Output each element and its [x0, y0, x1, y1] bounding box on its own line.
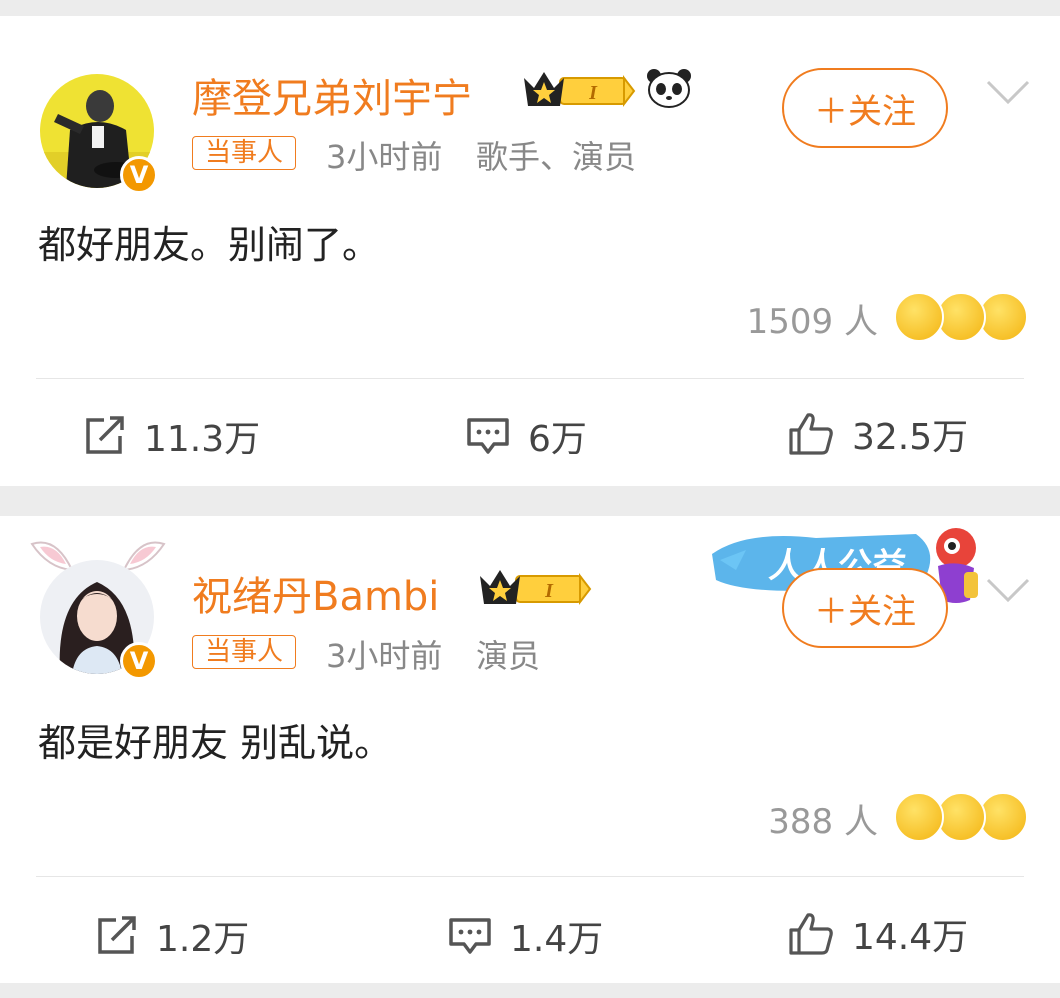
- crown-icon: I: [524, 72, 636, 107]
- username[interactable]: 祝绪丹Bambi: [192, 564, 439, 622]
- avatar[interactable]: V: [40, 74, 158, 194]
- user-role: 歌手、演员: [476, 138, 637, 176]
- comment-count: 1.4万: [510, 919, 604, 960]
- like-icon: [789, 913, 833, 955]
- reaction-emojis[interactable]: [894, 292, 1028, 342]
- reaction-count[interactable]: 388 人: [700, 794, 878, 843]
- verified-icon: V: [120, 156, 158, 194]
- repost-count: 1.2万: [156, 919, 250, 960]
- like-button[interactable]: 14.4万: [788, 908, 968, 960]
- like-count: 14.4万: [852, 917, 969, 958]
- comment-button[interactable]: 1.4万: [448, 910, 603, 962]
- reaction-emojis[interactable]: [894, 792, 1028, 842]
- verified-icon: V: [120, 642, 158, 680]
- repost-icon: [86, 416, 124, 454]
- avatar[interactable]: V: [40, 560, 158, 680]
- comment-count: 6万: [528, 419, 587, 460]
- post-card: V 祝绪丹Bambi I 人人公益 当事人 3小时前 演员 ＋关注 都是好朋友 …: [0, 516, 1060, 983]
- panda-icon: [647, 69, 691, 108]
- surprised-emoji-icon: [894, 292, 944, 342]
- divider: [36, 876, 1024, 877]
- like-button[interactable]: 32.5万: [788, 408, 968, 460]
- post-card: V 摩登兄弟刘宇宁 I 当事人 3小时前 歌手、演员 ＋关注 都好朋友。别闹了。…: [0, 16, 1060, 486]
- post-content: 都是好朋友 别乱说。: [38, 721, 393, 765]
- comment-icon: [449, 918, 491, 954]
- comment-button[interactable]: 6万: [466, 410, 587, 462]
- surprised-emoji-icon: [894, 792, 944, 842]
- crown-icon: I: [480, 570, 592, 605]
- divider: [36, 378, 1024, 379]
- post-content: 都好朋友。别闹了。: [38, 223, 381, 267]
- chevron-down-icon[interactable]: [986, 80, 1030, 106]
- like-icon: [789, 413, 833, 455]
- post-time: 3小时前: [326, 138, 443, 176]
- svg-text:I: I: [544, 580, 554, 602]
- like-count: 32.5万: [852, 417, 969, 458]
- follow-button[interactable]: ＋关注: [782, 568, 948, 648]
- reaction-count[interactable]: 1509 人: [700, 294, 878, 343]
- party-tag: 当事人: [192, 136, 297, 170]
- comment-icon: [467, 418, 509, 454]
- username[interactable]: 摩登兄弟刘宇宁: [192, 66, 472, 124]
- follow-button[interactable]: ＋关注: [782, 68, 948, 148]
- repost-count: 11.3万: [144, 419, 261, 460]
- chevron-down-icon[interactable]: [986, 578, 1030, 604]
- repost-button[interactable]: 1.2万: [96, 910, 249, 962]
- post-time: 3小时前: [326, 637, 443, 675]
- svg-text:I: I: [588, 82, 598, 104]
- party-tag: 当事人: [192, 635, 297, 669]
- user-role: 演员: [476, 637, 541, 675]
- repost-icon: [98, 916, 136, 954]
- repost-button[interactable]: 11.3万: [84, 410, 260, 462]
